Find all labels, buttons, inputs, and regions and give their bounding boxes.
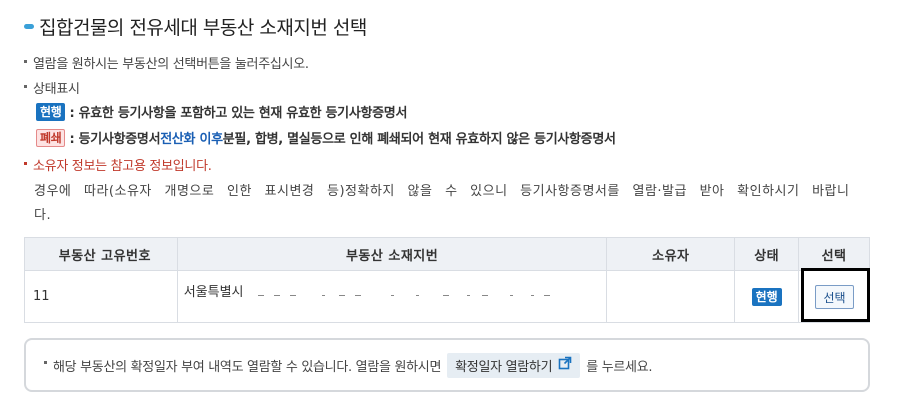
bullet-icon	[24, 85, 27, 88]
status-label-line: 상태표시	[24, 78, 80, 97]
info-box: 해당 부동산의 확정일자 부여 내역도 열람할 수 있습니다. 열람을 원하시면…	[24, 338, 870, 392]
cell-id: 11	[24, 270, 178, 323]
bullet-icon	[24, 162, 27, 165]
current-badge: 현행	[36, 102, 66, 121]
info-text-post: 를 누르세요.	[586, 359, 653, 375]
col-header-address: 부동산 소재지번	[176, 237, 608, 271]
col-header-select: 선택	[798, 237, 870, 271]
page-title: 집합건물의 전유세대 부동산 소재지번 선택	[24, 12, 367, 40]
col-header-owner: 소유자	[606, 237, 736, 271]
owner-note: 소유자 정보는 참고용 정보입니다.	[24, 155, 212, 174]
page-title-text: 집합건물의 전유세대 부동산 소재지번 선택	[39, 16, 367, 39]
table-header-row: 부동산 고유번호 부동산 소재지번 소유자 상태 선택	[24, 237, 870, 271]
fixed-date-view-button[interactable]: 확정일자 열람하기	[447, 352, 581, 378]
closed-desc-highlight: 전산화 이후	[160, 132, 223, 147]
status-current-row: 현행 : 유효한 등기사항을 포함하고 있는 현재 유효한 등기사항증명서	[36, 102, 407, 121]
cell-owner	[606, 270, 736, 323]
col-header-status: 상태	[734, 237, 800, 271]
property-table: 부동산 고유번호 부동산 소재지번 소유자 상태 선택 11 서울특별시 현행	[24, 237, 870, 323]
address-text: 서울특별시	[183, 285, 244, 300]
current-desc: : 유효한 등기사항을 포함하고 있는 현재 유효한 등기사항증명서	[69, 106, 408, 121]
closed-desc-pre: : 등기사항증명서	[69, 132, 161, 147]
bullet-icon	[24, 60, 27, 63]
redacted-address	[254, 282, 550, 296]
status-badge: 현행	[751, 287, 782, 306]
external-link-icon	[558, 356, 572, 374]
table-row: 11 서울특별시 현행	[24, 270, 870, 323]
select-button[interactable]: 선택	[815, 285, 854, 309]
fixed-date-view-label: 확정일자 열람하기	[455, 359, 553, 375]
owner-note-paragraph: 경우에 따라(소유자 개명으로 인한 표시변경 등)정확하지 않을 수 있으니 …	[34, 184, 850, 223]
status-closed-row: 폐쇄 : 등기사항증명서 전산화 이후 분필, 합병, 멸실등으로 인해 폐쇄되…	[36, 128, 616, 147]
closed-desc-post: 분필, 합병, 멸실등으로 인해 폐쇄되어 현재 유효하지 않은 등기사항증명서	[222, 132, 616, 147]
info-text-pre: 해당 부동산의 확정일자 부여 내역도 열람할 수 있습니다. 열람을 원하시면	[53, 359, 442, 375]
col-header-id: 부동산 고유번호	[24, 237, 178, 271]
title-mark-icon	[24, 24, 34, 29]
bullet-icon	[44, 360, 47, 364]
closed-badge: 폐쇄	[36, 128, 66, 147]
instruction-line: 열람을 원하시는 부동산의 선택버튼을 눌러주십시오.	[24, 53, 309, 72]
cell-address: 서울특별시	[176, 270, 608, 323]
cell-status: 현행	[734, 270, 800, 323]
